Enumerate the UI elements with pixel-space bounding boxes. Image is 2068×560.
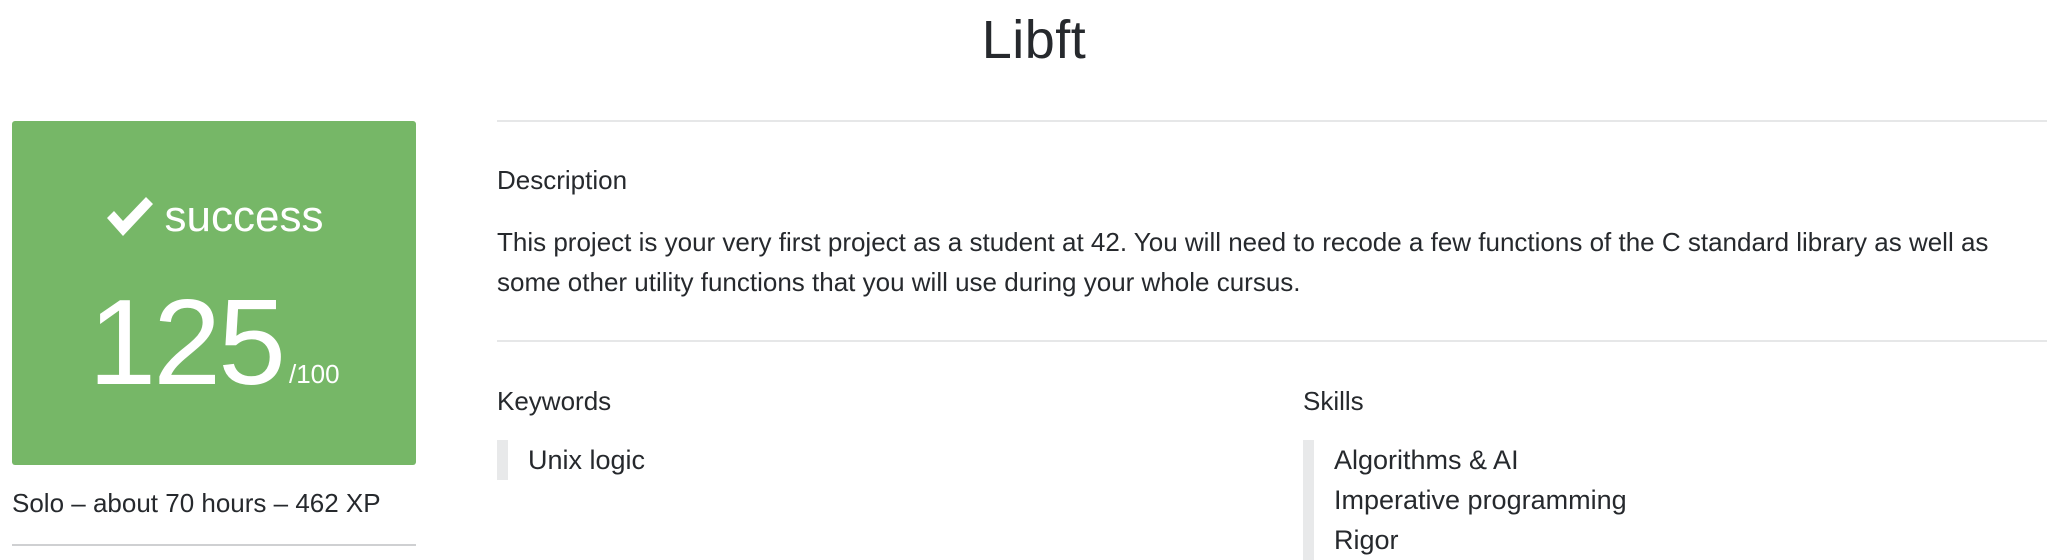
final-mark: 125 (88, 274, 286, 410)
divider (497, 340, 2047, 342)
skill-item: Algorithms & AI (1334, 445, 1519, 475)
keywords-heading: Keywords (497, 386, 612, 416)
skills-heading: Skills (1303, 386, 1364, 416)
keyword-item: Unix logic (528, 445, 646, 475)
score-row: 125 /100 (12, 281, 416, 403)
max-mark: /100 (288, 359, 340, 389)
keywords-list: Unix logic (497, 440, 645, 480)
status-label: success (164, 192, 324, 241)
skill-item: Imperative programming (1334, 485, 1627, 515)
description-text: This project is your very first project … (497, 227, 1989, 297)
check-icon (105, 194, 155, 240)
divider (12, 544, 416, 546)
project-meta: Solo – about 70 hours – 462 XP (12, 488, 381, 518)
skills-list: Algorithms & AI Imperative programming R… (1303, 440, 1627, 560)
description-heading: Description (497, 165, 628, 195)
status-row: success (12, 189, 416, 245)
page-title: Libft (981, 10, 1087, 70)
divider (497, 120, 2047, 122)
score-card: success 125 /100 (12, 121, 416, 465)
skill-item: Rigor (1334, 525, 1399, 555)
